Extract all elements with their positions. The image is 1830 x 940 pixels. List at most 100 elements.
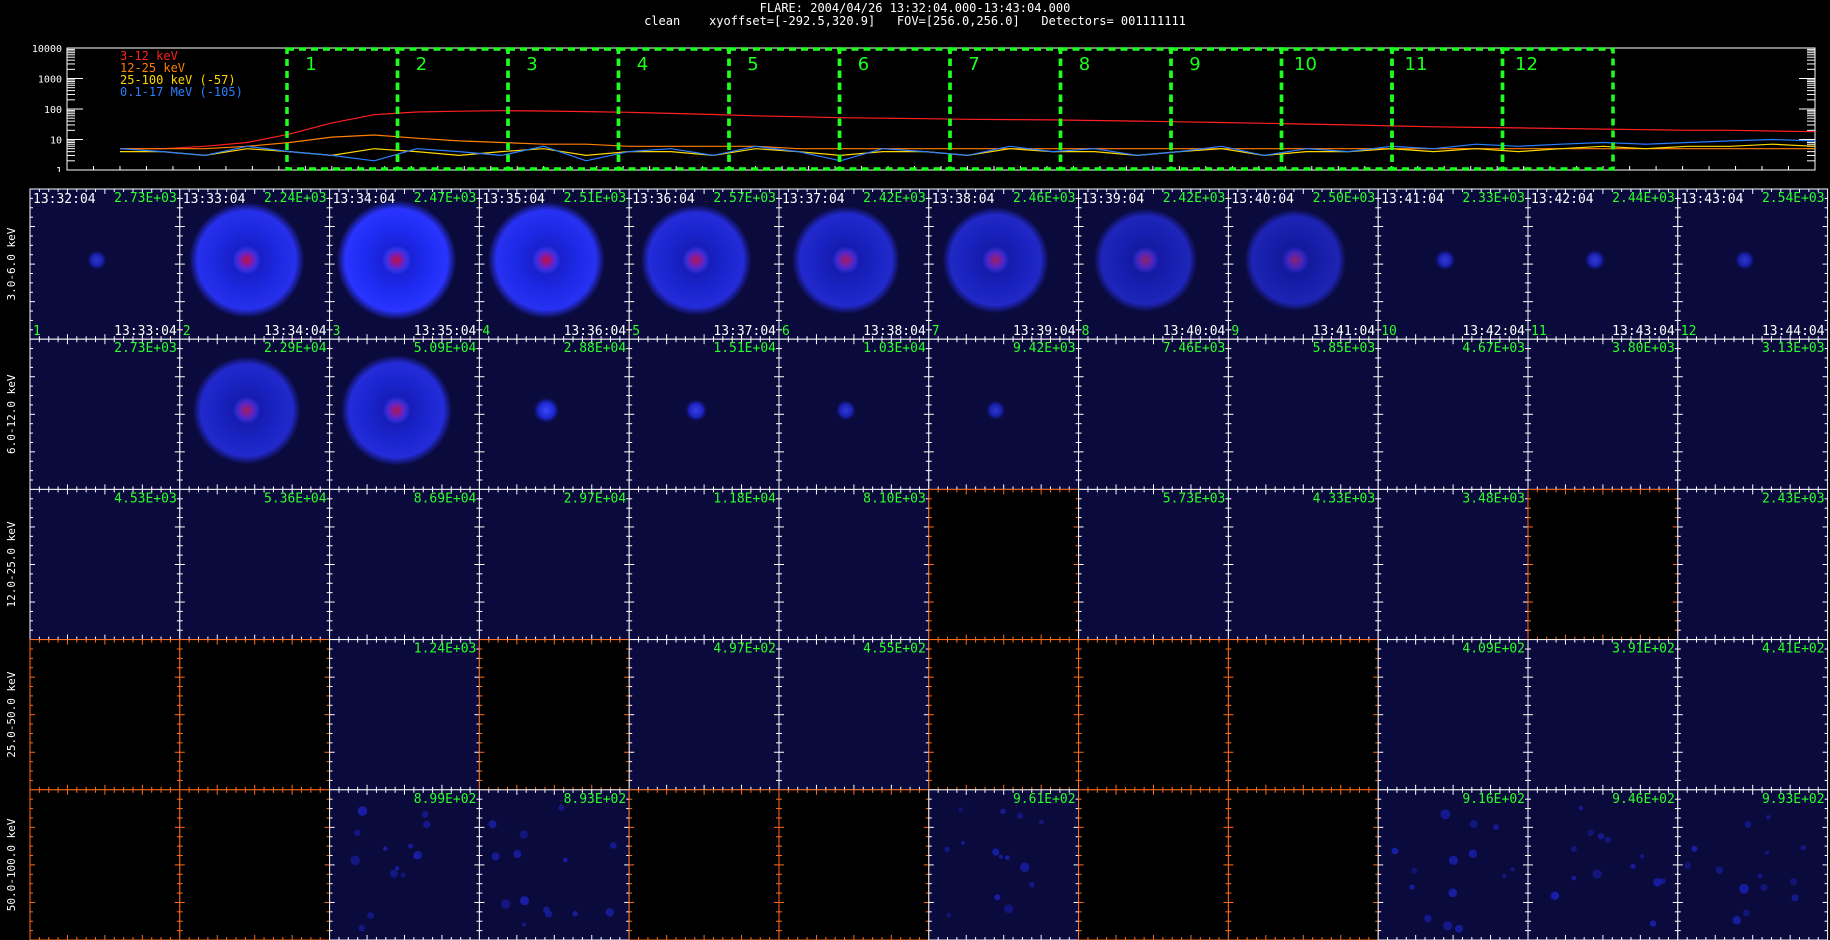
image-cell	[928, 488, 1080, 641]
cell-background	[479, 489, 630, 640]
cell-frame	[628, 338, 780, 490]
cell-frame	[628, 188, 780, 340]
max-value-label: 5.85E+03	[1313, 341, 1376, 356]
series-line-0	[120, 110, 1815, 150]
source-halo	[1244, 209, 1347, 312]
noise-blob	[513, 850, 522, 859]
cell-background	[1528, 639, 1678, 790]
cell-frame	[329, 488, 480, 641]
end-time-label: 13:43:04	[1612, 324, 1675, 339]
interval-index-label: 6	[782, 324, 790, 339]
cell-frame	[1377, 789, 1529, 940]
noise-blob	[944, 846, 950, 853]
cell-background	[179, 189, 330, 340]
noise-blob	[423, 820, 431, 829]
y-tick-label: 100	[44, 105, 62, 116]
cell-frame	[179, 488, 331, 641]
start-time-label: 13:36:04	[632, 192, 695, 207]
cell-frame	[1677, 188, 1829, 340]
end-time-label: 13:38:04	[863, 324, 926, 339]
cell-background	[779, 189, 929, 340]
y-tick-label: 1000	[38, 75, 62, 86]
cell-background	[629, 339, 779, 490]
image-cell: 9.46E+02	[1527, 789, 1679, 940]
end-time-label: 13:35:04	[414, 324, 477, 339]
cell-background	[1228, 789, 1379, 940]
source-halo	[1093, 208, 1198, 312]
source-core	[682, 246, 711, 275]
max-value-label: 2.42E+03	[863, 191, 926, 206]
cell-frame	[478, 639, 630, 791]
image-cell: 9.93E+02	[1677, 789, 1829, 940]
source-core	[532, 246, 561, 275]
end-time-label: 13:41:04	[1313, 324, 1376, 339]
source-core	[382, 396, 411, 425]
image-cell: 5.36E+04	[179, 488, 331, 641]
noise-blob	[572, 910, 578, 917]
noise-blob	[998, 854, 1003, 859]
interval-number: 10	[1294, 54, 1317, 75]
interval-number: 6	[858, 54, 869, 75]
max-value-label: 4.67E+03	[1462, 341, 1525, 356]
max-value-label: 2.51E+03	[564, 191, 627, 206]
noise-blob	[543, 906, 550, 914]
source-spot	[834, 399, 857, 422]
interval-index-label: 1	[33, 324, 41, 339]
cell-frame	[1078, 488, 1229, 641]
cell-background	[928, 489, 1079, 640]
cell-frame	[778, 639, 930, 791]
end-time-label: 13:37:04	[713, 324, 776, 339]
image-cell: 3.13E+03	[1677, 338, 1829, 490]
image-cell: 7.46E+03	[1078, 338, 1229, 490]
noise-blob	[1587, 829, 1594, 836]
noise-blob	[1715, 866, 1724, 874]
noise-blob	[1789, 878, 1798, 886]
noise-blob	[1691, 845, 1698, 852]
image-cell: 2.44E+03 13:42:04 13:43:04 11	[1527, 188, 1679, 340]
interval-number: 2	[416, 54, 427, 75]
cell-frame	[29, 789, 181, 940]
lightcurve-series	[119, 110, 1815, 162]
noise-blob	[1765, 814, 1771, 820]
source-spot	[684, 398, 709, 423]
series-line-3	[119, 138, 1815, 162]
source-spot	[985, 399, 1007, 421]
row-label: 25.0-50.0 keV	[5, 671, 18, 757]
max-value-label: 4.33E+03	[1313, 491, 1376, 506]
image-cell	[1527, 488, 1679, 641]
source-halo	[487, 201, 605, 319]
image-cell: 9.61E+02	[928, 789, 1080, 940]
cell-background	[1078, 789, 1229, 940]
noise-blob	[1455, 924, 1463, 933]
max-value-label: 7.46E+03	[1163, 341, 1226, 356]
cell-background	[1378, 189, 1528, 340]
source-spot	[1583, 249, 1606, 272]
image-cell: 2.29E+04	[179, 338, 331, 490]
cell-frame	[329, 188, 480, 340]
noise-blob	[1649, 920, 1657, 927]
image-cell: 2.88E+04	[478, 338, 630, 490]
cell-frame	[29, 338, 181, 490]
cell-frame	[29, 488, 181, 641]
cell-background	[629, 189, 779, 340]
interval-index-label: 9	[1231, 324, 1239, 339]
image-cell: 5.73E+03	[1078, 488, 1229, 641]
image-cell: 3.48E+03	[1377, 488, 1529, 641]
noise-blob	[519, 830, 528, 839]
cell-background	[479, 639, 630, 790]
cell-background	[1228, 189, 1379, 340]
cell-frame	[29, 188, 181, 340]
noise-blob	[519, 896, 530, 906]
cell-background	[179, 639, 330, 790]
cell-background	[1528, 789, 1678, 940]
max-value-label: 2.88E+04	[564, 341, 627, 356]
interval-number: 11	[1405, 54, 1428, 75]
cell-background	[179, 789, 330, 940]
noise-blob	[1549, 891, 1560, 901]
image-cell: 4.09E+02	[1377, 639, 1529, 791]
cell-frame	[1078, 639, 1229, 791]
noise-blob	[421, 810, 429, 818]
cell-frame	[179, 789, 331, 940]
image-cell: 2.73E+03	[29, 338, 181, 490]
image-cell: 2.73E+03 13:32:04 13:33:04 1	[29, 188, 181, 340]
